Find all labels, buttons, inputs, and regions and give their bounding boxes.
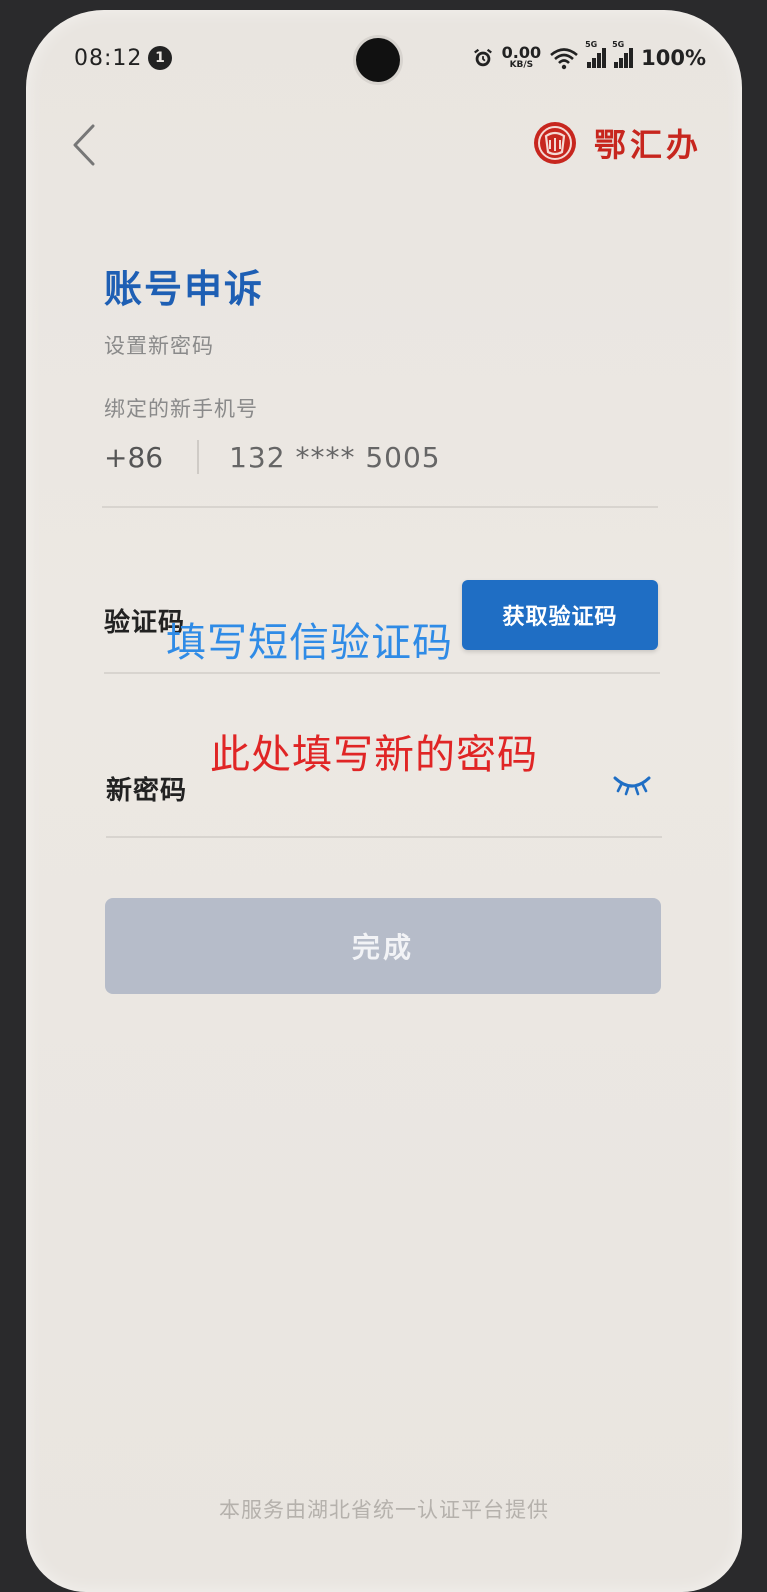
nav-bar: 鄂汇办 (26, 110, 742, 190)
password-divider (106, 836, 662, 838)
code-divider (104, 672, 660, 674)
brand: 鄂汇办 (532, 120, 702, 166)
net-speed-unit: KB/S (509, 59, 534, 70)
status-icons: 0.00 KB/S 5G 5G 100% (472, 40, 706, 70)
eye-closed-icon[interactable] (612, 772, 652, 798)
signal-icon-2: 5G (612, 40, 634, 68)
bound-phone-row: +86 132 **** 5005 (104, 435, 680, 479)
net-speed: 0.00 KB/S (501, 42, 542, 70)
password-input[interactable]: 此处填写新的密码 (210, 722, 538, 780)
net-speed-value: 0.00 (501, 42, 542, 62)
phone-separator (197, 440, 200, 474)
country-code: +86 (104, 440, 164, 474)
submit-button[interactable]: 完成 (105, 898, 661, 994)
status-bar: 08:12 1 0.00 KB/S 5G 5G 100% (26, 10, 742, 110)
phone-number: 132 **** 5005 (229, 440, 441, 474)
brand-name: 鄂汇办 (593, 126, 702, 164)
status-time: 08:12 (74, 46, 143, 71)
alarm-icon (473, 48, 492, 67)
get-code-button[interactable]: 获取验证码 (462, 580, 658, 650)
notification-badge: 1 (148, 46, 172, 70)
front-camera (356, 38, 400, 82)
brand-logo-icon (533, 122, 576, 164)
code-input[interactable]: 填写短信验证码 (166, 610, 453, 668)
page-title: 账号申诉 (104, 267, 265, 311)
back-button[interactable] (64, 120, 104, 170)
bound-phone-label: 绑定的新手机号 (104, 397, 258, 421)
battery-level: 100% (641, 46, 706, 70)
footer-text: 本服务由湖北省统一认证平台提供 (219, 1498, 549, 1522)
wifi-icon (550, 48, 578, 70)
back-arrow-icon (73, 124, 95, 166)
signal-icon: 5G (585, 40, 607, 68)
password-field-label: 新密码 (106, 776, 188, 806)
signal-1-tag: 5G (585, 40, 598, 49)
page-subtitle: 设置新密码 (104, 334, 214, 358)
phone-screen: 08:12 1 0.00 KB/S 5G 5G 100% 鄂汇办 账号申诉 设置… (26, 10, 742, 1592)
phone-divider (102, 506, 658, 508)
signal-2-tag: 5G (612, 40, 625, 49)
